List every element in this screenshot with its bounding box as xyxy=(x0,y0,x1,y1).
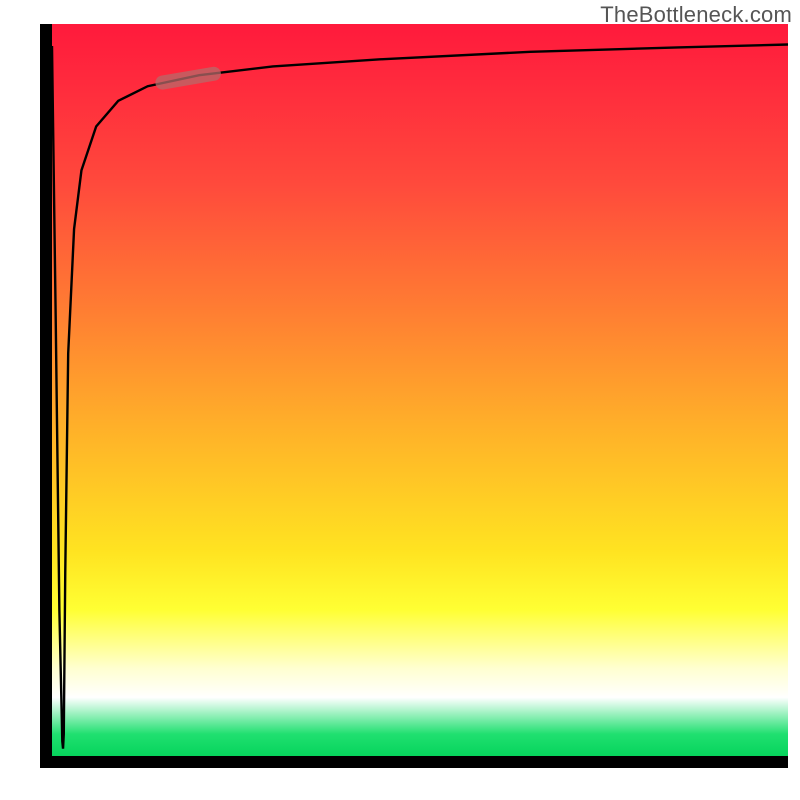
chart-stage: TheBottleneck.com xyxy=(0,0,800,800)
curve-svg xyxy=(52,24,788,756)
watermark-text: TheBottleneck.com xyxy=(600,2,792,28)
bottleneck-curve-path xyxy=(52,44,788,748)
highlight-marker xyxy=(162,74,214,83)
plot-area xyxy=(40,24,788,768)
